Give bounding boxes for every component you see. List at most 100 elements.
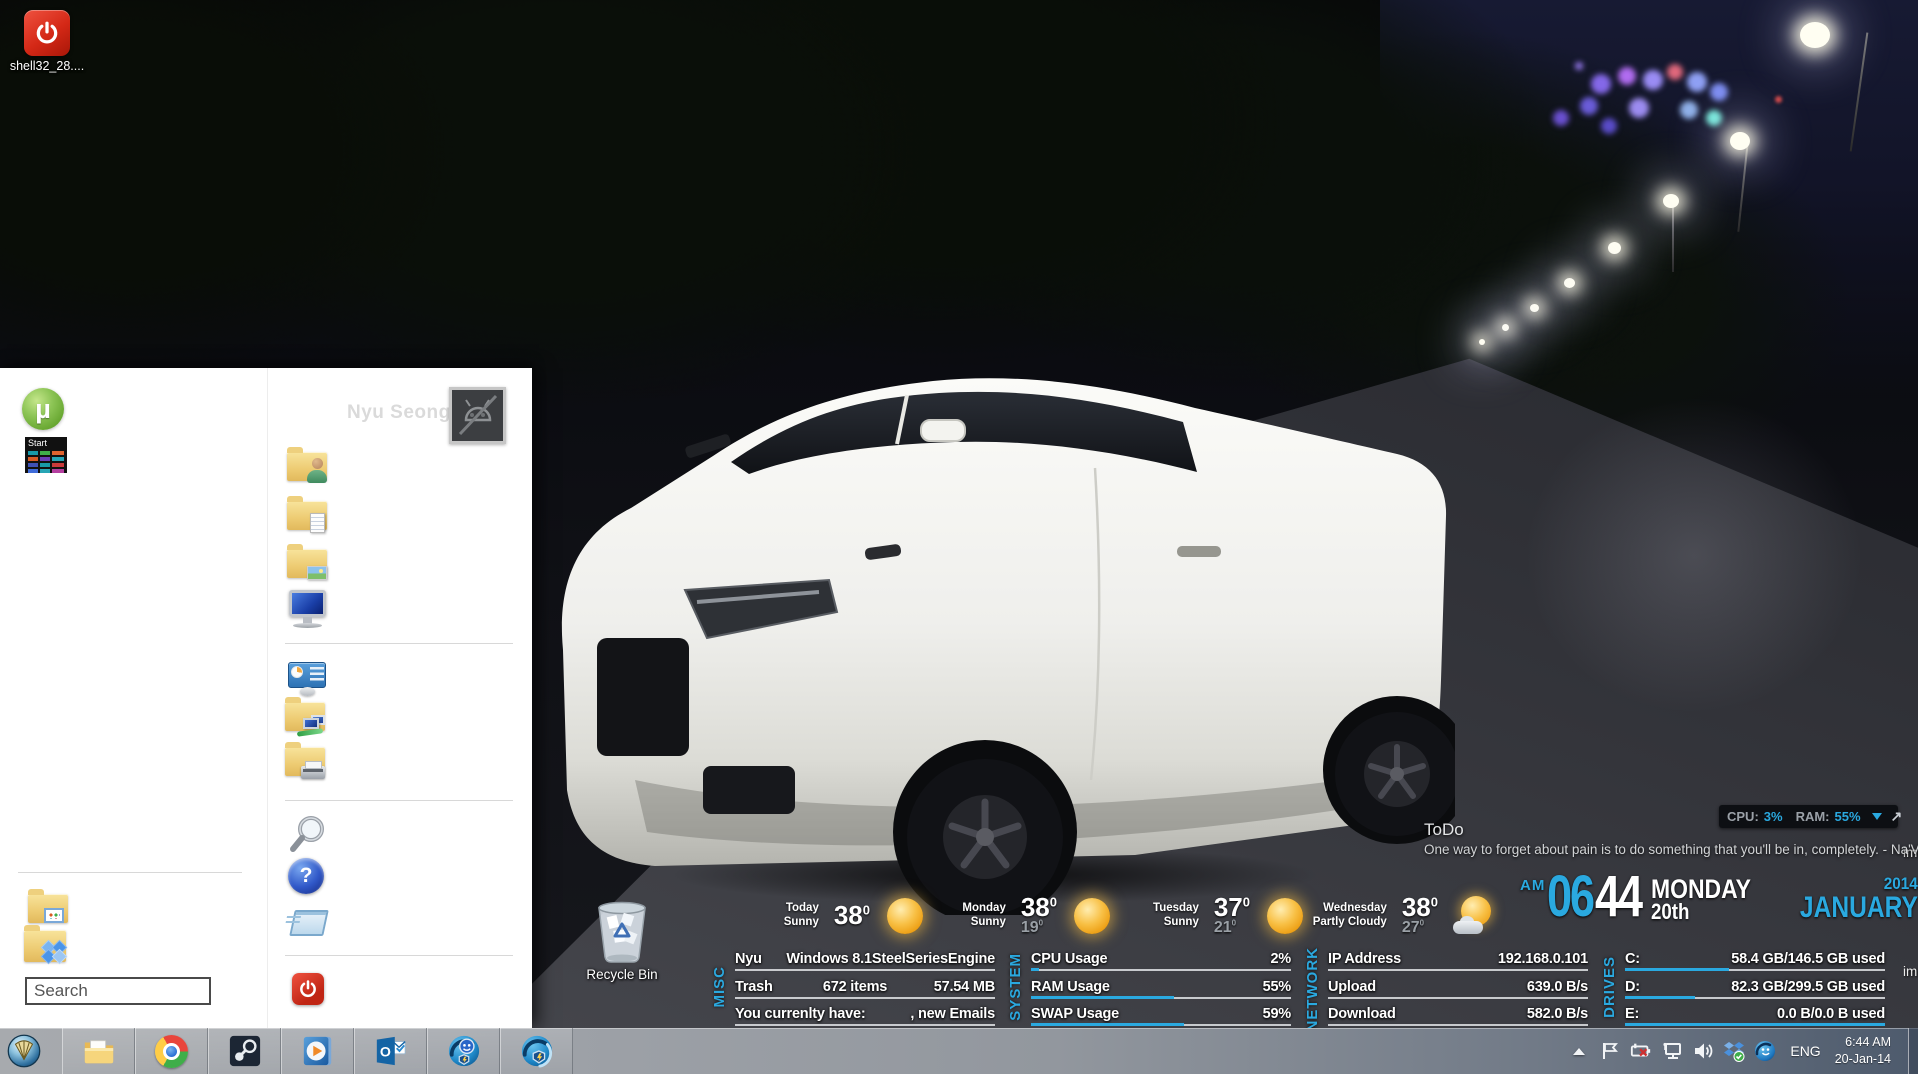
weather-day-label: TuesdaySunny bbox=[1153, 902, 1199, 930]
panel-gauge-fill bbox=[1031, 996, 1174, 999]
help-glyph: ? bbox=[300, 864, 313, 888]
file-explorer-icon bbox=[82, 1034, 116, 1068]
cpu-ram-mini-widget[interactable]: CPU: 3% RAM: 55% ↗ bbox=[1719, 805, 1898, 828]
weather-day-wednesday: WednesdayPartly Cloudy380270 bbox=[1278, 892, 1493, 940]
help-icon: ? bbox=[288, 858, 324, 894]
panel-row: RAM Usage55% bbox=[1031, 975, 1291, 1000]
taskbar-systemcare-smiley[interactable] bbox=[427, 1028, 500, 1074]
panel-metric-value: 639.0 B/s bbox=[1444, 979, 1588, 995]
documents-item[interactable] bbox=[287, 501, 327, 530]
run-icon bbox=[286, 908, 326, 936]
todo-note: One way to forget about pain is to do so… bbox=[1424, 842, 1918, 857]
expand-arrow-icon[interactable]: ↗ bbox=[1891, 808, 1903, 825]
desktop-icon-label: shell32_28.... bbox=[8, 59, 86, 73]
help-item[interactable]: ? bbox=[288, 858, 324, 894]
taskbar-file-explorer[interactable] bbox=[62, 1028, 135, 1074]
weather-day-monday: MondaySunny380190 bbox=[897, 892, 1112, 940]
panel-row-line bbox=[1328, 1024, 1588, 1026]
iobit-smiley-tray-icon[interactable] bbox=[1754, 1040, 1776, 1062]
panel-row-line bbox=[1031, 969, 1291, 971]
network-icon[interactable] bbox=[1661, 1040, 1683, 1062]
start-screen-tile[interactable]: Start bbox=[25, 437, 67, 473]
panel-row-line bbox=[735, 969, 995, 971]
collapse-triangle-icon[interactable] bbox=[1872, 813, 1882, 820]
weather-temps: 370210 bbox=[1214, 896, 1250, 937]
pictures-item[interactable] bbox=[287, 549, 327, 578]
systemcare-smiley-icon bbox=[447, 1034, 481, 1068]
start-menu-search-input[interactable] bbox=[25, 977, 211, 1005]
desktop-icon-shell32[interactable]: shell32_28.... bbox=[8, 10, 86, 73]
panel-row: C:58.4 GB/146.5 GB used bbox=[1625, 947, 1885, 972]
panel-group-drives: DRIVESC:58.4 GB/146.5 GB usedD:82.3 GB/2… bbox=[1602, 947, 1885, 1027]
taskbar-media-player[interactable] bbox=[281, 1028, 354, 1074]
dropbox-tray-icon[interactable] bbox=[1723, 1040, 1745, 1062]
panel-row: CPU Usage2% bbox=[1031, 947, 1291, 972]
panel-metric-name: Upload bbox=[1328, 979, 1444, 995]
panel-row: D:82.3 GB/299.5 GB used bbox=[1625, 975, 1885, 1000]
system-tray: ENG 6:44 AM 20-Jan-14 bbox=[1560, 1028, 1918, 1074]
panel-row: IP Address192.168.0.101 bbox=[1328, 947, 1588, 972]
panel-gauge-fill bbox=[1031, 968, 1039, 971]
start-menu-separator bbox=[285, 800, 513, 801]
lamp-pole bbox=[1672, 202, 1674, 272]
tray-time: 6:44 AM bbox=[1845, 1034, 1891, 1051]
street-light bbox=[1663, 194, 1679, 208]
run-item[interactable] bbox=[286, 908, 326, 936]
start-button[interactable] bbox=[2, 1029, 46, 1073]
taskbar-steam[interactable] bbox=[208, 1028, 281, 1074]
taskbar: O bbox=[0, 1028, 1918, 1074]
printers-item[interactable] bbox=[285, 747, 325, 776]
action-center-flag-icon[interactable] bbox=[1599, 1040, 1621, 1062]
shutdown-item[interactable] bbox=[292, 973, 324, 1005]
android-avatar-icon bbox=[452, 390, 503, 441]
control-panel-item[interactable] bbox=[286, 662, 328, 696]
panel-row: Download582.0 B/s bbox=[1328, 1002, 1588, 1027]
show-desktop-button[interactable] bbox=[1908, 1028, 1918, 1074]
wallpaper-building-lights bbox=[1575, 62, 1583, 70]
panel-metric-value: 2% bbox=[1147, 951, 1291, 967]
panel-row-line bbox=[1625, 1024, 1885, 1026]
user-files-item[interactable] bbox=[287, 452, 327, 481]
user-avatar[interactable] bbox=[449, 387, 506, 444]
panel-row-line bbox=[735, 997, 995, 999]
weather-temps: 380190 bbox=[1021, 896, 1057, 937]
shutdown-icon bbox=[292, 973, 324, 1005]
programs-folder-item[interactable] bbox=[28, 894, 68, 923]
ram-mini-value: 55% bbox=[1835, 809, 1861, 824]
taskbar-chrome[interactable] bbox=[135, 1028, 208, 1074]
panel-metric-name: IP Address bbox=[1328, 951, 1444, 967]
clock-minute: 44 bbox=[1595, 873, 1640, 923]
panel-metric-value: 59% bbox=[1147, 1006, 1291, 1022]
start-menu-separator bbox=[18, 872, 242, 873]
tray-date: 20-Jan-14 bbox=[1835, 1051, 1891, 1068]
clock-widget: AM 06 44 MONDAY 20th 2014 JANUARY bbox=[1520, 869, 1918, 923]
computer-item[interactable] bbox=[285, 590, 329, 628]
hidden-icons-chevron[interactable] bbox=[1568, 1040, 1590, 1062]
network-devices-item[interactable] bbox=[285, 702, 325, 731]
taskbar-outlook[interactable]: O bbox=[354, 1028, 427, 1074]
cpu-mini-value: 3% bbox=[1764, 809, 1783, 824]
panel-row-line bbox=[1031, 1024, 1291, 1026]
taskbar-systemcare-shield[interactable] bbox=[500, 1028, 573, 1074]
wallpaper-red-light bbox=[1775, 96, 1782, 103]
tray-clock[interactable]: 6:44 AM 20-Jan-14 bbox=[1835, 1034, 1891, 1068]
panel-cell: Nyu bbox=[735, 951, 786, 967]
dropbox-folder-item[interactable] bbox=[24, 930, 66, 962]
volume-icon[interactable] bbox=[1692, 1040, 1714, 1062]
utorrent-shortcut[interactable]: µ bbox=[22, 388, 64, 430]
panel-row-line bbox=[1328, 997, 1588, 999]
search-item[interactable] bbox=[288, 814, 328, 859]
panel-gauge-fill bbox=[1625, 1023, 1885, 1026]
panel-metric-name: CPU Usage bbox=[1031, 951, 1147, 967]
weather-temps: 380270 bbox=[1402, 896, 1438, 937]
panel-row: Upload639.0 B/s bbox=[1328, 975, 1588, 1000]
clock-weekday: MONDAY bbox=[1651, 877, 1751, 901]
language-indicator[interactable]: ENG bbox=[1790, 1043, 1820, 1059]
panel-metric-name: D: bbox=[1625, 979, 1731, 995]
panel-metric-value: 582.0 B/s bbox=[1444, 1006, 1588, 1022]
search-magnifier-icon bbox=[288, 814, 328, 854]
battery-alert-icon[interactable] bbox=[1630, 1040, 1652, 1062]
outlook-glyph: O bbox=[379, 1045, 390, 1061]
clock-hour: 06 bbox=[1547, 873, 1592, 923]
wallpaper-car bbox=[535, 350, 1455, 915]
